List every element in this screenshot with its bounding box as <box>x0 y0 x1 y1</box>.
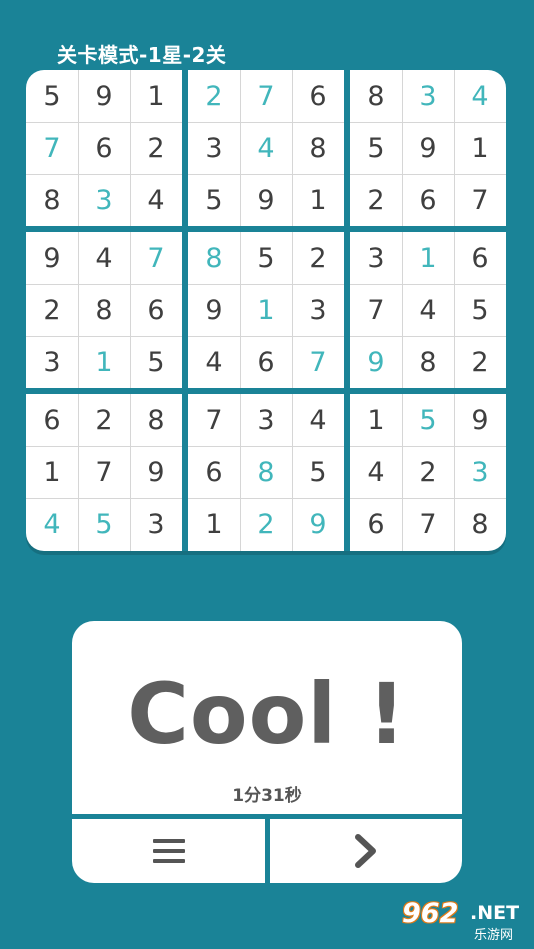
sudoku-cell[interactable]: 6 <box>350 498 402 550</box>
sudoku-cell[interactable]: 3 <box>130 498 182 550</box>
sudoku-cell[interactable]: 1 <box>240 284 292 336</box>
sudoku-cell[interactable]: 8 <box>188 232 240 284</box>
sudoku-cell[interactable]: 5 <box>240 232 292 284</box>
sudoku-cell[interactable]: 9 <box>188 284 240 336</box>
sudoku-cell[interactable]: 2 <box>78 394 130 446</box>
level-title: 关卡模式-1星-2关 <box>57 43 227 67</box>
menu-button[interactable] <box>72 819 265 883</box>
sudoku-cell[interactable]: 6 <box>26 394 78 446</box>
sudoku-cell[interactable]: 1 <box>292 174 344 226</box>
sudoku-cell[interactable]: 3 <box>188 122 240 174</box>
sudoku-cell[interactable]: 4 <box>130 174 182 226</box>
sudoku-cell[interactable]: 8 <box>130 394 182 446</box>
sudoku-cell[interactable]: 2 <box>240 498 292 550</box>
sudoku-cell[interactable]: 4 <box>454 70 506 122</box>
sudoku-cell[interactable]: 8 <box>26 174 78 226</box>
sudoku-cell[interactable]: 4 <box>292 394 344 446</box>
elapsed-time: 1分31秒 <box>232 786 302 806</box>
sudoku-cell[interactable]: 4 <box>402 284 454 336</box>
sudoku-cell[interactable]: 7 <box>26 122 78 174</box>
sudoku-cell[interactable]: 4 <box>26 498 78 550</box>
sudoku-cell[interactable]: 4 <box>240 122 292 174</box>
sudoku-cell[interactable]: 1 <box>188 498 240 550</box>
watermark-site-name: 乐游网 <box>474 928 514 943</box>
menu-icon <box>152 839 185 863</box>
sudoku-cell[interactable]: 9 <box>350 336 402 388</box>
sudoku-cell[interactable]: 1 <box>350 394 402 446</box>
sudoku-cell[interactable]: 5 <box>350 122 402 174</box>
sudoku-cell[interactable]: 1 <box>26 446 78 498</box>
sudoku-cell[interactable]: 8 <box>402 336 454 388</box>
sudoku-cell[interactable]: 3 <box>26 336 78 388</box>
sudoku-cell[interactable]: 2 <box>350 174 402 226</box>
next-level-button[interactable] <box>270 819 462 883</box>
sudoku-cell[interactable]: 8 <box>350 70 402 122</box>
sudoku-cell[interactable]: 9 <box>130 446 182 498</box>
sudoku-cell[interactable]: 5 <box>130 336 182 388</box>
sudoku-cell[interactable]: 2 <box>454 336 506 388</box>
sudoku-cell[interactable]: 5 <box>292 446 344 498</box>
sudoku-cell[interactable]: 9 <box>78 70 130 122</box>
sudoku-cell[interactable]: 3 <box>78 174 130 226</box>
sudoku-cell[interactable]: 5 <box>454 284 506 336</box>
sudoku-cell[interactable]: 9 <box>240 174 292 226</box>
sudoku-cell[interactable]: 1 <box>130 70 182 122</box>
sudoku-cell[interactable]: 7 <box>240 70 292 122</box>
sudoku-cell[interactable]: 2 <box>188 70 240 122</box>
sudoku-cell[interactable]: 7 <box>78 446 130 498</box>
sudoku-cell[interactable]: 8 <box>78 284 130 336</box>
sudoku-cell[interactable]: 6 <box>454 232 506 284</box>
sudoku-cell[interactable]: 6 <box>240 336 292 388</box>
sudoku-cell[interactable]: 6 <box>78 122 130 174</box>
watermark-net: .NET <box>470 902 520 924</box>
sudoku-cell[interactable]: 2 <box>402 446 454 498</box>
sudoku-cell[interactable]: 5 <box>26 70 78 122</box>
sudoku-cell[interactable]: 1 <box>454 122 506 174</box>
sudoku-cell[interactable]: 5 <box>188 174 240 226</box>
sudoku-cell[interactable]: 3 <box>240 394 292 446</box>
watermark-number: 962 <box>402 898 459 929</box>
sudoku-cell[interactable]: 4 <box>350 446 402 498</box>
sudoku-board: 5912768347623485918345912679478523162869… <box>26 70 506 551</box>
sudoku-cell[interactable]: 1 <box>78 336 130 388</box>
sudoku-cell[interactable]: 3 <box>454 446 506 498</box>
sudoku-cell[interactable]: 2 <box>130 122 182 174</box>
sudoku-cell[interactable]: 6 <box>130 284 182 336</box>
sudoku-cell[interactable]: 6 <box>402 174 454 226</box>
sudoku-cell[interactable]: 8 <box>454 498 506 550</box>
sudoku-cell[interactable]: 8 <box>292 122 344 174</box>
sudoku-cell[interactable]: 2 <box>26 284 78 336</box>
result-message: Cool ! <box>127 665 407 763</box>
sudoku-cell[interactable]: 4 <box>78 232 130 284</box>
sudoku-cell[interactable]: 5 <box>78 498 130 550</box>
site-watermark: 962 .NET 乐游网 <box>398 898 528 943</box>
sudoku-cell[interactable]: 7 <box>188 394 240 446</box>
sudoku-cell[interactable]: 6 <box>188 446 240 498</box>
chevron-right-icon <box>355 834 376 868</box>
sudoku-cell[interactable]: 7 <box>454 174 506 226</box>
sudoku-cell[interactable]: 6 <box>292 70 344 122</box>
sudoku-cell[interactable]: 3 <box>292 284 344 336</box>
sudoku-cell[interactable]: 1 <box>402 232 454 284</box>
sudoku-cell[interactable]: 9 <box>26 232 78 284</box>
sudoku-cell[interactable]: 7 <box>402 498 454 550</box>
sudoku-cell[interactable]: 7 <box>130 232 182 284</box>
sudoku-cell[interactable]: 9 <box>292 498 344 550</box>
sudoku-cell[interactable]: 5 <box>402 394 454 446</box>
sudoku-cell[interactable]: 7 <box>292 336 344 388</box>
sudoku-cell[interactable]: 3 <box>350 232 402 284</box>
sudoku-cell[interactable]: 7 <box>350 284 402 336</box>
result-card: Cool ! 1分31秒 <box>72 621 462 814</box>
sudoku-cell[interactable]: 9 <box>454 394 506 446</box>
sudoku-cell[interactable]: 2 <box>292 232 344 284</box>
sudoku-cell[interactable]: 8 <box>240 446 292 498</box>
sudoku-cell[interactable]: 3 <box>402 70 454 122</box>
sudoku-cell[interactable]: 9 <box>402 122 454 174</box>
sudoku-cell[interactable]: 4 <box>188 336 240 388</box>
